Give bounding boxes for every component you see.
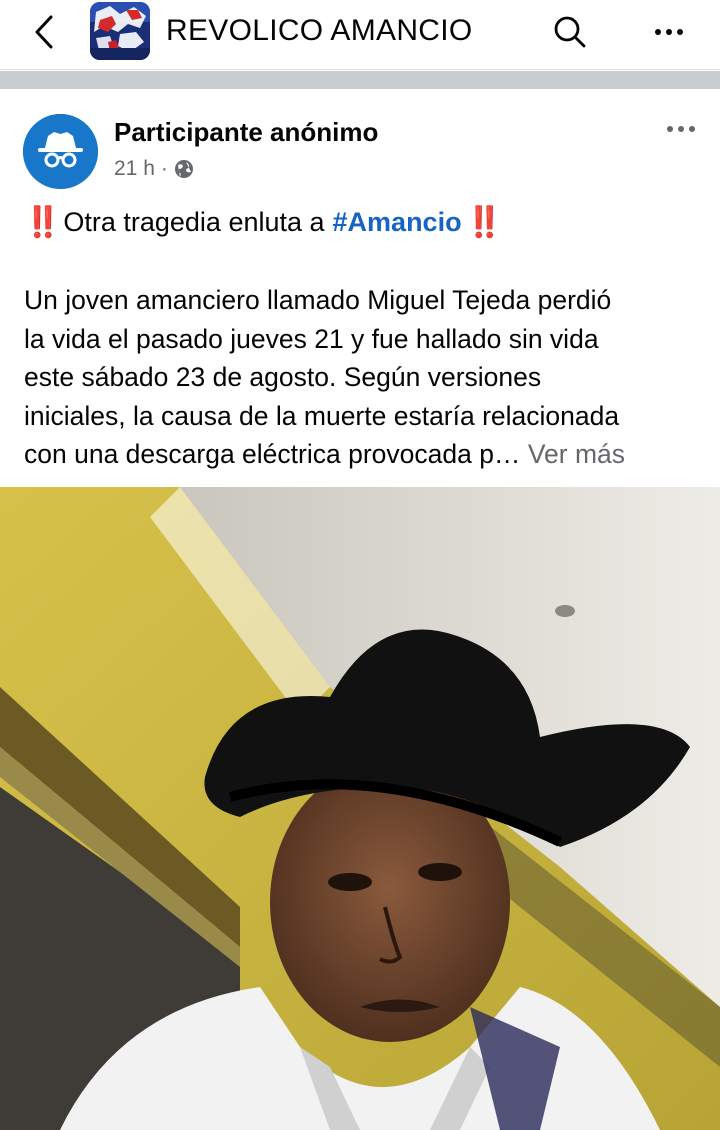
back-button[interactable] [26,12,62,52]
headline-text: Otra tragedia enluta a [63,207,325,237]
body-line: iniciales, la causa de la muerte estaría… [24,400,620,431]
body-line: la vida el pasado jueves 21 y fue hallad… [24,323,599,354]
group-title[interactable]: REVOLICO AMANCIO [166,14,473,48]
more-horizontal-icon [667,126,695,132]
post-body: Un joven amanciero llamado Miguel Tejeda… [24,281,704,474]
group-logo-image [90,2,150,60]
avatar[interactable] [23,114,98,189]
hashtag-link[interactable]: #Amancio [333,207,462,238]
more-horizontal-icon [655,29,683,35]
post-meta: 21 h · [114,157,194,181]
double-exclamation-emoji: ‼️ [465,206,503,239]
post-timestamp[interactable]: 21 h [114,157,155,181]
post-photo[interactable] [0,487,720,1130]
search-button[interactable] [546,10,594,54]
post-options-button[interactable] [658,117,704,141]
anonymous-incognito-icon [23,114,98,189]
search-icon [554,16,586,48]
post-card: Participante anónimo 21 h · ‼️ Otra trag… [0,89,720,1130]
body-line-truncated: con una descarga eléctrica provocada p… [24,439,521,469]
author-name[interactable]: Participante anónimo [114,117,378,148]
feed-divider [0,71,720,89]
double-exclamation-emoji: ‼️ [24,206,61,239]
photo-icon [0,487,720,1130]
meta-separator: · [160,157,168,180]
body-line: Un joven amanciero llamado Miguel Tejeda… [24,285,612,315]
see-more-link[interactable]: Ver más [528,439,625,469]
body-line: este sábado 23 de agosto. Según versione… [24,362,542,392]
globe-icon [174,160,193,178]
more-options-button[interactable] [644,10,694,54]
top-app-bar: REVOLICO AMANCIO [0,0,720,70]
post-headline: ‼️ Otra tragedia enluta a #Amancio ‼️ [24,205,503,240]
body-line-last: con una descarga eléctrica provocada p… … [24,435,704,474]
chevron-left-icon [35,15,53,49]
group-cover-thumbnail[interactable] [90,2,150,60]
